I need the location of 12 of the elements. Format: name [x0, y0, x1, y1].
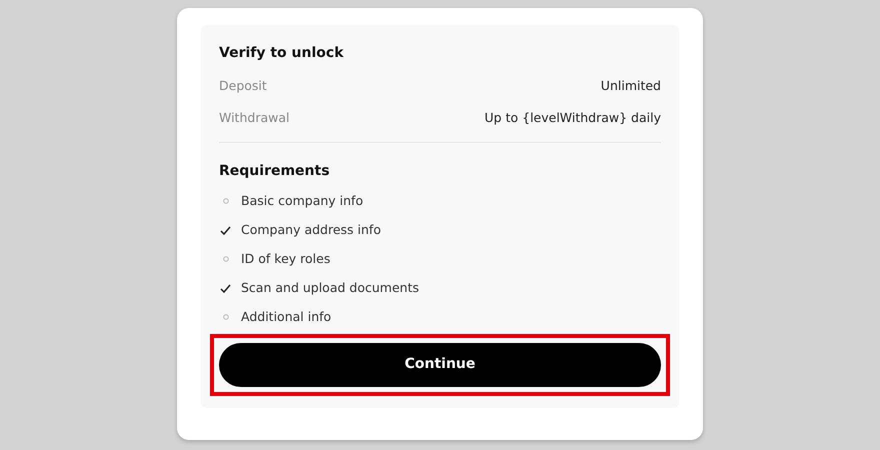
limit-label: Deposit	[219, 77, 267, 95]
requirement-label: Basic company info	[241, 192, 364, 210]
section-title: Requirements	[219, 162, 331, 180]
section-title: Verify to unlock	[219, 44, 345, 63]
requirement-label: Scan and upload documents	[241, 278, 419, 297]
limit-value: Up to {levelWithdraw} daily	[484, 108, 661, 127]
limit-label: Withdrawal	[219, 108, 290, 127]
requirement-label: ID of key roles	[241, 250, 330, 268]
continue-button[interactable]: Continue	[219, 342, 661, 386]
requirement-label: Company address info	[241, 220, 381, 239]
requirement-label: Additional info	[241, 308, 332, 326]
limit-value: Unlimited	[600, 77, 661, 95]
